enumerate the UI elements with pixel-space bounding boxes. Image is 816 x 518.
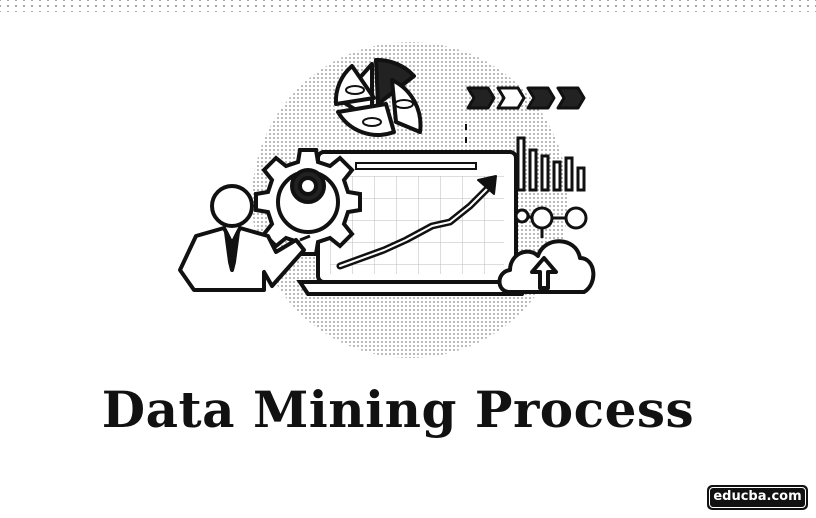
pie-chart-icon bbox=[333, 57, 423, 137]
brand-logo: educba.com bbox=[707, 485, 808, 510]
page-title: Data Mining Process bbox=[101, 380, 695, 439]
brand-logo-text: educba.com bbox=[709, 487, 806, 508]
data-mining-illustration bbox=[178, 42, 596, 358]
